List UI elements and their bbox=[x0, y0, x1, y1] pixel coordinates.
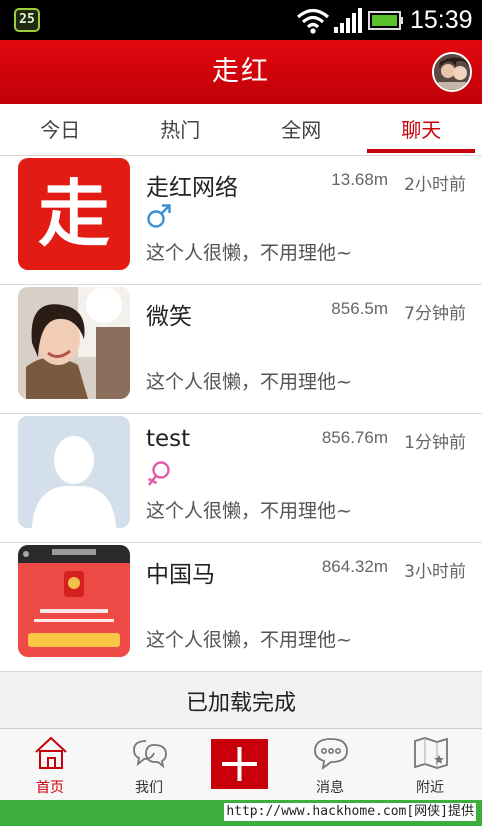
page-title: 走红 bbox=[212, 56, 270, 87]
signal-icon bbox=[334, 8, 362, 33]
time-ago: 1分钟前 bbox=[404, 433, 466, 453]
map-flag-icon bbox=[414, 737, 448, 769]
load-complete-text: 已加载完成 bbox=[185, 691, 296, 716]
distance: 856.5m bbox=[331, 299, 388, 318]
distance: 864.32m bbox=[321, 557, 388, 576]
avatar bbox=[18, 287, 130, 399]
contact-name: 微笑 bbox=[146, 304, 192, 330]
active-tab-indicator bbox=[367, 149, 475, 153]
signature: 这个人很懒，不用理他~ bbox=[146, 629, 352, 651]
chat-list: 走 走红网络 13.68m 2小时前 这个人很懒，不用理他~ 微笑 856.5m… bbox=[0, 156, 482, 672]
watermark-bar: http://www.hackhome.com[网侠]提供 bbox=[0, 800, 482, 826]
wifi-icon bbox=[296, 8, 330, 34]
load-complete-footer: 已加载完成 bbox=[0, 672, 482, 728]
time-ago: 7分钟前 bbox=[404, 304, 466, 324]
watermark-text: http://www.hackhome.com[网侠]提供 bbox=[224, 803, 476, 821]
avatar bbox=[18, 545, 130, 657]
status-bar: 25 15:39 bbox=[0, 0, 482, 40]
tab-all[interactable]: 全网 bbox=[241, 104, 362, 156]
list-item[interactable]: test 856.76m 1分钟前 这个人很懒，不用理他~ bbox=[0, 414, 482, 543]
bottom-nav: 首页 我们 消息 附近 bbox=[0, 728, 482, 800]
profile-avatar[interactable] bbox=[432, 52, 472, 92]
distance: 856.76m bbox=[321, 428, 388, 447]
time-ago: 2小时前 bbox=[404, 175, 466, 195]
signature: 这个人很懒，不用理他~ bbox=[146, 242, 352, 264]
message-icon bbox=[314, 738, 348, 771]
home-icon bbox=[35, 736, 67, 769]
nav-nearby[interactable]: 附近 bbox=[382, 729, 478, 801]
battery-icon bbox=[368, 11, 403, 30]
default-user-icon bbox=[18, 416, 130, 528]
plus-icon bbox=[222, 747, 257, 781]
notification-badge: 25 bbox=[14, 8, 40, 32]
contact-name: test bbox=[146, 426, 191, 452]
clock: 15:39 bbox=[410, 6, 473, 34]
nav-messages-label: 消息 bbox=[316, 780, 344, 796]
nav-nearby-label: 附近 bbox=[416, 780, 444, 796]
time-ago: 3小时前 bbox=[404, 562, 466, 582]
nav-home-label: 首页 bbox=[36, 780, 64, 796]
app-header: 走红 bbox=[0, 40, 482, 104]
distance: 13.68m bbox=[331, 170, 388, 189]
tab-today[interactable]: 今日 bbox=[0, 104, 121, 156]
female-icon bbox=[147, 461, 170, 486]
signature: 这个人很懒，不用理他~ bbox=[146, 500, 352, 522]
tab-hot[interactable]: 热门 bbox=[120, 104, 241, 156]
male-icon bbox=[147, 204, 171, 228]
portrait-photo-icon bbox=[18, 287, 130, 399]
avatar-logo-text: 走 bbox=[37, 172, 110, 256]
avatar: 走 bbox=[18, 158, 130, 270]
chat-bubbles-icon bbox=[133, 740, 167, 769]
nav-us[interactable]: 我们 bbox=[101, 729, 197, 801]
screenshot-thumbnail-icon bbox=[18, 545, 130, 657]
contact-name: 中国马 bbox=[146, 562, 215, 588]
list-item[interactable]: 微笑 856.5m 7分钟前 这个人很懒，不用理他~ bbox=[0, 285, 482, 414]
nav-us-label: 我们 bbox=[135, 780, 163, 796]
nav-messages[interactable]: 消息 bbox=[282, 729, 378, 801]
list-item[interactable]: 中国马 864.32m 3小时前 这个人很懒，不用理他~ bbox=[0, 543, 482, 672]
nav-home[interactable]: 首页 bbox=[2, 729, 98, 801]
contact-name: 走红网络 bbox=[146, 175, 238, 201]
signature: 这个人很懒，不用理他~ bbox=[146, 371, 352, 393]
list-item[interactable]: 走 走红网络 13.68m 2小时前 这个人很懒，不用理他~ bbox=[0, 156, 482, 285]
add-button[interactable] bbox=[211, 739, 268, 789]
avatar bbox=[18, 416, 130, 528]
